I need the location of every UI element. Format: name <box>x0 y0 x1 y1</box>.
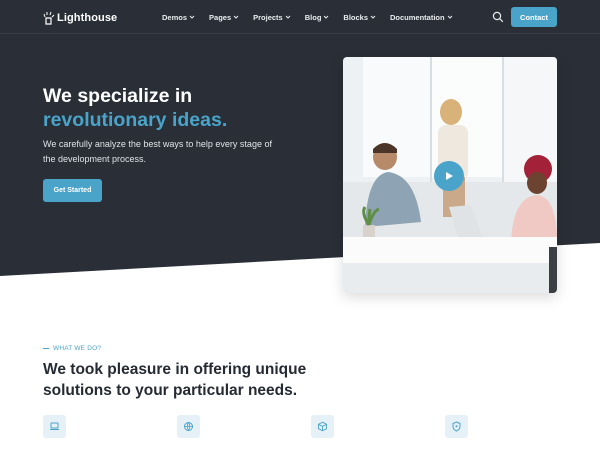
brand-logo[interactable]: Lighthouse <box>43 10 117 26</box>
chevron-down-icon <box>233 15 239 19</box>
play-icon <box>446 172 453 180</box>
globe-icon <box>184 422 193 432</box>
play-video-button[interactable] <box>434 161 464 191</box>
feature-card-3[interactable] <box>311 415 334 438</box>
menu-label: Projects <box>253 12 283 22</box>
chevron-down-icon <box>189 15 195 19</box>
hero-title-line2: revolutionary ideas. <box>43 109 228 131</box>
feature-card-4[interactable] <box>445 415 468 438</box>
menu-item-blocks[interactable]: Blocks <box>343 11 376 23</box>
lighthouse-logo-icon <box>43 11 55 25</box>
get-started-button[interactable]: Get Started <box>43 179 102 202</box>
search-icon[interactable] <box>492 11 504 23</box>
menu-label: Blocks <box>343 12 369 22</box>
feature-card-2[interactable] <box>177 415 200 438</box>
hero-title-line1: We specialize in <box>43 85 193 107</box>
chevron-down-icon <box>285 15 291 19</box>
feature-card-1[interactable] <box>43 415 66 438</box>
menu-label: Blog <box>304 12 322 22</box>
laptop-icon <box>50 422 59 430</box>
top-navbar: Lighthouse Demos Pages Projects Blog Blo… <box>0 0 600 34</box>
eyebrow-label: WHAT WE DO? <box>53 345 102 352</box>
section-title: We took pleasure in offering unique solu… <box>43 361 307 399</box>
menu-item-pages[interactable]: Pages <box>209 11 239 23</box>
hero-title: We specialize in revolutionary ideas. <box>43 84 227 132</box>
menu-item-blog[interactable]: Blog <box>305 11 330 23</box>
chevron-down-icon <box>324 15 329 19</box>
hero-subtitle: We carefully analyze the best ways to he… <box>43 139 272 164</box>
menu-item-documentation[interactable]: Documentation <box>390 11 453 23</box>
cube-icon <box>318 421 327 432</box>
menu-label: Pages <box>209 12 232 22</box>
contact-button[interactable]: Contact <box>511 7 557 27</box>
menu-item-demos[interactable]: Demos <box>162 11 195 23</box>
main-menu: Demos Pages Projects Blog Blocks Documen… <box>162 11 467 23</box>
shield-icon <box>452 421 461 432</box>
menu-label: Demos <box>162 12 188 22</box>
chevron-down-icon <box>447 15 452 19</box>
eyebrow-dash <box>43 348 49 349</box>
chevron-down-icon <box>370 15 376 19</box>
brand-name: Lighthouse <box>57 12 118 24</box>
section-eyebrow: WHAT WE DO? <box>43 345 101 352</box>
menu-item-projects[interactable]: Projects <box>253 11 291 23</box>
menu-label: Documentation <box>390 12 445 22</box>
